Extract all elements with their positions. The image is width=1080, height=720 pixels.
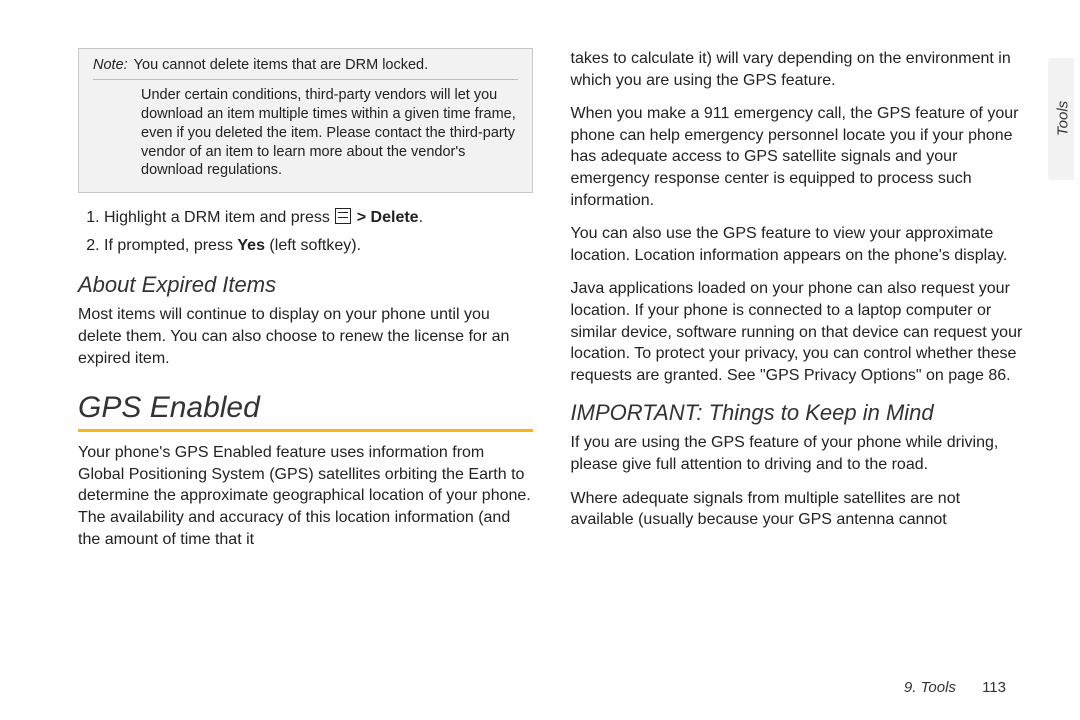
paragraph-signals: Where adequate signals from multiple sat… — [571, 488, 1026, 531]
step-2-post: (left softkey). — [265, 237, 361, 254]
menu-icon — [335, 208, 351, 224]
side-tab: Tools — [1048, 58, 1074, 180]
paragraph-java: Java applications loaded on your phone c… — [571, 278, 1026, 386]
note-body-text: Under certain conditions, third-party ve… — [141, 86, 518, 180]
paragraph-takes: takes to calculate it) will vary dependi… — [571, 48, 1026, 91]
step-1-delete: Delete — [371, 209, 419, 226]
heading-gps-enabled: GPS Enabled — [78, 391, 533, 425]
footer-page-number: 113 — [982, 679, 1006, 696]
paragraph-driving: If you are using the GPS feature of your… — [571, 432, 1026, 475]
step-2: If prompted, press Yes (left softkey). — [104, 235, 533, 257]
note-box: Note: You cannot delete items that are D… — [78, 48, 533, 193]
note-label: Note: — [93, 57, 128, 73]
side-tab-label: Tools — [1055, 69, 1072, 169]
heading-important: IMPORTANT: Things to Keep in Mind — [571, 400, 1026, 426]
paragraph-expired: Most items will continue to display on y… — [78, 304, 533, 369]
paragraph-gps-intro: Your phone's GPS Enabled feature uses in… — [78, 442, 533, 550]
paragraph-view-location: You can also use the GPS feature to view… — [571, 223, 1026, 266]
paragraph-911: When you make a 911 emergency call, the … — [571, 103, 1026, 211]
step-2-yes: Yes — [237, 237, 265, 254]
step-1-end: . — [419, 209, 423, 226]
step-1-sep: > — [352, 209, 370, 226]
note-divider — [93, 79, 518, 80]
two-column-layout: Note: You cannot delete items that are D… — [78, 48, 1025, 562]
step-1: Highlight a DRM item and press > Delete. — [104, 207, 533, 229]
heading-about-expired: About Expired Items — [78, 272, 533, 298]
page-footer: 9. Tools 113 — [904, 679, 1006, 696]
note-top-text: You cannot delete items that are DRM loc… — [134, 57, 518, 73]
right-column: takes to calculate it) will vary dependi… — [571, 48, 1026, 562]
step-2-pre: If prompted, press — [104, 237, 237, 254]
step-1-pre: Highlight a DRM item and press — [104, 209, 334, 226]
section-underline — [78, 429, 533, 432]
footer-chapter: 9. Tools — [904, 679, 956, 696]
left-column: Note: You cannot delete items that are D… — [78, 48, 533, 562]
steps-list: Highlight a DRM item and press > Delete.… — [78, 207, 533, 256]
